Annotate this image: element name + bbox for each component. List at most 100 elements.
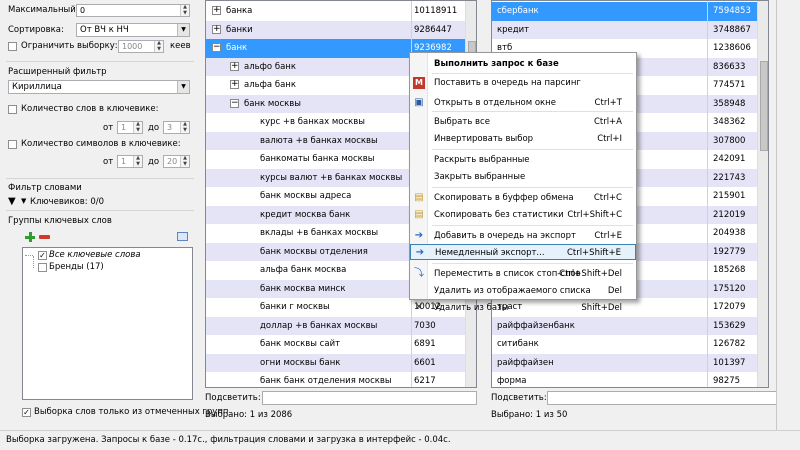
- sort-select[interactable]: От ВЧ к НЧ ▼: [76, 23, 190, 37]
- right-filter-input[interactable]: [547, 391, 790, 405]
- list-row[interactable]: райффайзенбанк 153629: [492, 316, 768, 335]
- tree-row-text: банк банк отделения москвы: [260, 376, 392, 386]
- menu-item-label: Удалить из базы: [434, 303, 509, 313]
- menu-item[interactable]: Удалить из отображаемого списка Del: [410, 283, 636, 299]
- spin-arrows-icon[interactable]: ▲ ▼: [180, 155, 189, 167]
- scroll-thumb[interactable]: [760, 61, 768, 151]
- tree-row-text: вклады +в банках москвы: [260, 228, 379, 238]
- menu-separator: [432, 73, 633, 74]
- menu-item[interactable]: Закрыть выбранные: [410, 169, 636, 185]
- menu-item-label: Скопировать без статистики: [434, 210, 564, 220]
- list-row[interactable]: ситибанк 126782: [492, 335, 768, 354]
- menu-item-label: Поставить в очередь на парсинг: [434, 78, 581, 88]
- add-group-icon[interactable]: [25, 232, 35, 242]
- column-divider: [707, 1, 708, 387]
- menu-item[interactable]: Раскрыть выбранные: [410, 152, 636, 168]
- chevron-down-icon[interactable]: ▼: [177, 81, 189, 93]
- tree-row-text: банк: [226, 43, 248, 53]
- list-row-text: райффайзен: [497, 357, 554, 368]
- only-checked-checkbox[interactable]: ✓: [22, 408, 31, 417]
- right-filter-label: Подсветить:: [491, 393, 547, 403]
- charset-select[interactable]: Кириллица ▼: [8, 80, 190, 94]
- char-count-checkbox[interactable]: [8, 140, 17, 149]
- limit-input[interactable]: 1000 ▲ ▼: [118, 40, 164, 53]
- collapse-icon[interactable]: −: [212, 43, 221, 52]
- tree-row-text: банка: [226, 6, 253, 16]
- list-row-text: сбербанк: [497, 6, 539, 16]
- char-from-input[interactable]: 1 ▲ ▼: [117, 155, 143, 168]
- funnel-icon[interactable]: ▼: [8, 196, 16, 207]
- word-from-input[interactable]: 1 ▲ ▼: [117, 121, 143, 134]
- menu-title-label: Выполнить запрос к базе: [434, 59, 559, 69]
- spin-arrows-icon[interactable]: ▲ ▼: [133, 155, 142, 167]
- limit-unit: кеев: [170, 41, 191, 51]
- menu-item[interactable]: Инвертировать выбор Ctrl+I: [410, 131, 636, 147]
- expand-icon[interactable]: +: [230, 80, 239, 89]
- tree-row[interactable]: + банки 9286447: [206, 20, 476, 39]
- tree-row[interactable]: банк банк отделения москвы 6217: [206, 372, 476, 387]
- word-to-input[interactable]: 3 ▲ ▼: [163, 121, 190, 134]
- tree-row[interactable]: + банка 10118911: [206, 2, 476, 21]
- remove-group-icon[interactable]: [39, 235, 50, 239]
- spin-arrows-icon[interactable]: ▲ ▼: [180, 121, 189, 133]
- group-all-label[interactable]: Все ключевые слова: [49, 250, 141, 260]
- expand-icon[interactable]: +: [212, 24, 221, 34]
- keywords-count: Ключевиков: 0/0: [30, 197, 104, 207]
- list-row-value: 172079: [713, 302, 746, 312]
- tree-row[interactable]: огни москвы банк 6601: [206, 353, 476, 372]
- list-row[interactable]: сбербанк 7594853: [492, 2, 768, 21]
- collapse-icon[interactable]: −: [230, 98, 239, 108]
- list-row-value: 242091: [713, 154, 746, 164]
- menu-item[interactable]: ▤ Скопировать без статистики Ctrl+Shift+C: [410, 207, 636, 223]
- word-count-checkbox[interactable]: [8, 105, 17, 114]
- char-count-label: Количество символов в ключевике:: [21, 139, 181, 149]
- list-row-text: форма: [497, 376, 527, 386]
- menu-item[interactable]: ➔ Добавить в очередь на экспорт Ctrl+E: [410, 228, 636, 244]
- tree-line: [33, 256, 34, 268]
- menu-item-shortcut: Del: [607, 286, 622, 296]
- expand-icon[interactable]: +: [212, 6, 221, 15]
- group-settings-icon[interactable]: [177, 232, 188, 241]
- tree-row-text: банк москва минск: [260, 283, 346, 294]
- list-row[interactable]: форма 98275: [492, 372, 768, 387]
- menu-item[interactable]: Выбрать все Ctrl+A: [410, 114, 636, 130]
- menu-item[interactable]: ▣ Открыть в отдельном окне Ctrl+T: [410, 95, 636, 111]
- menu-item[interactable]: ▤ Скопировать в буффер обмена Ctrl+C: [410, 190, 636, 206]
- spin-arrows-icon[interactable]: ▲ ▼: [180, 4, 189, 16]
- tree-row-text: банк москвы отделения: [260, 246, 368, 257]
- char-from-value: 1: [121, 157, 127, 166]
- tree-row-text: огни москвы банк: [260, 357, 341, 368]
- chevron-down-icon[interactable]: ▼: [177, 24, 189, 36]
- max-value: 0: [80, 6, 86, 15]
- tree-row[interactable]: банк москвы сайт 6891: [206, 335, 476, 354]
- menu-item[interactable]: ⤵ Переместить в список стоп-слов Ctrl+Shif…: [410, 266, 636, 282]
- menu-item[interactable]: M Поставить в очередь на парсинг: [410, 75, 636, 91]
- tree-row-text: кредит москва банк: [260, 209, 351, 220]
- list-row-value: 204938: [713, 228, 746, 238]
- expand-icon[interactable]: +: [230, 61, 239, 71]
- list-row[interactable]: райффайзен 101397: [492, 353, 768, 372]
- spin-arrows-icon[interactable]: ▲ ▼: [154, 40, 163, 52]
- menu-item[interactable]: ✕ Удалить из базы Shift+Del: [410, 300, 636, 316]
- list-row-value: 7594853: [713, 6, 751, 16]
- left-sidebar: Максимальный: 0 ▲ ▼ Сортировка: От ВЧ к Н…: [0, 0, 228, 430]
- menu-title[interactable]: Выполнить запрос к базе: [410, 56, 636, 72]
- max-input[interactable]: 0 ▲ ▼: [76, 4, 190, 17]
- group-brands-label[interactable]: Бренды (17): [49, 262, 104, 272]
- menu-item-label: Раскрыть выбранные: [434, 155, 530, 165]
- tree-row[interactable]: доллар +в банках москвы 7030: [206, 316, 476, 335]
- group-checkbox-all[interactable]: ✓: [38, 251, 47, 260]
- menu-item-label: Инвертировать выбор: [434, 134, 534, 144]
- limit-checkbox[interactable]: [8, 42, 17, 51]
- list-row-value: 101397: [713, 357, 746, 368]
- menu-item-label: Удалить из отображаемого списка: [434, 286, 591, 296]
- group-checkbox-brands[interactable]: [38, 263, 47, 272]
- menu-item[interactable]: ➔ Немедленный экспорт... Ctrl+Shift+E: [410, 244, 636, 260]
- char-to-input[interactable]: 20 ▲ ▼: [163, 155, 190, 168]
- dropdown-arrow-icon[interactable]: ▼: [21, 197, 26, 205]
- right-edge-panel: [776, 0, 800, 430]
- spin-arrows-icon[interactable]: ▲ ▼: [133, 121, 142, 133]
- vertical-scrollbar[interactable]: [757, 1, 768, 387]
- middle-filter-input[interactable]: [262, 391, 477, 405]
- list-row[interactable]: кредит 3748867: [492, 20, 768, 39]
